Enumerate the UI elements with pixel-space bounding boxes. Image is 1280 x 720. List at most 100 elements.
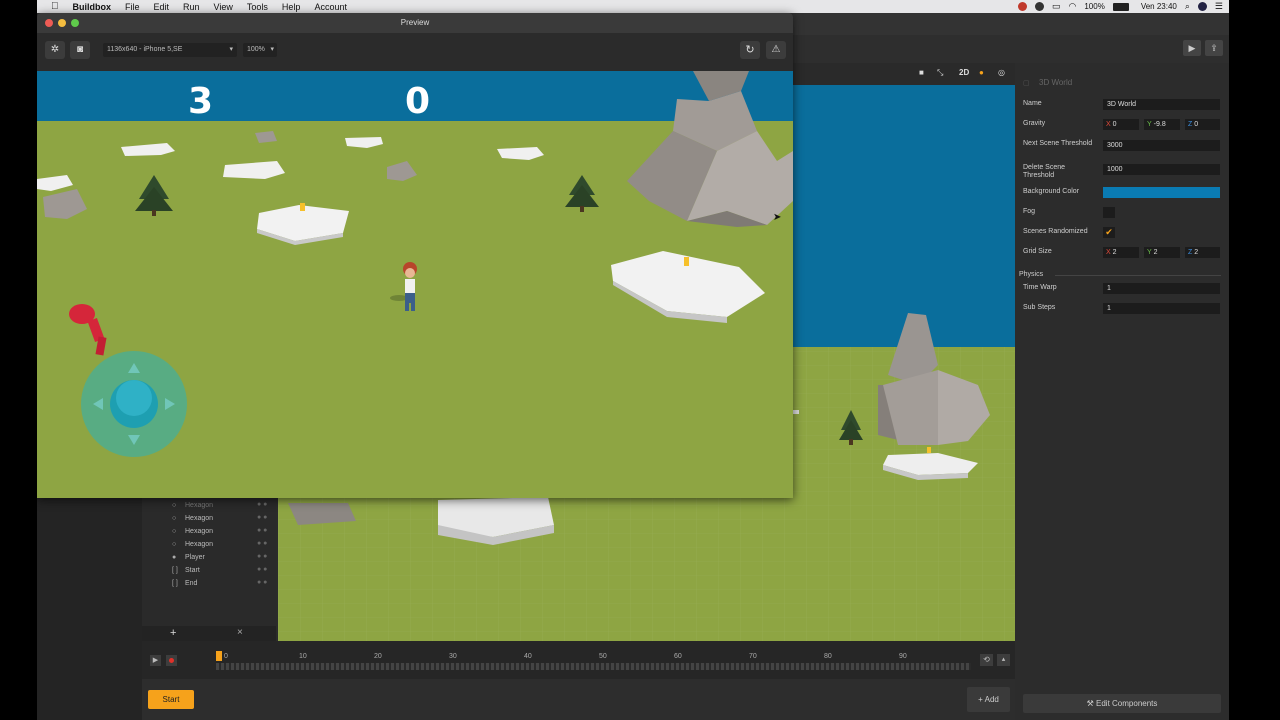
timeline-track[interactable]: 0 10 20 30 40 50 60 70 80 90 (216, 651, 971, 671)
refresh-icon[interactable]: ↻ (740, 41, 760, 59)
tick-label: 30 (449, 653, 457, 660)
gravity-y-value: -9.8 (1153, 121, 1166, 128)
game-preview[interactable]: 3 0 ➤ (37, 71, 793, 498)
tree-item-label: Hexagon (185, 541, 214, 548)
visibility-icon[interactable]: ● ● (257, 527, 267, 534)
start-scene-tab[interactable]: Start (148, 690, 194, 709)
play-icon[interactable]: ▶ (1183, 40, 1201, 56)
globe-icon[interactable]: ◎ (998, 68, 1005, 77)
timeline: ▶ 0 10 20 30 40 50 60 70 80 90 ⟲ ▴ (142, 641, 1015, 679)
apple-icon[interactable]:  (51, 1, 59, 12)
warning-icon[interactable]: ⚠ (766, 41, 786, 59)
physics-section-label: Physics (1019, 271, 1044, 278)
menu-account[interactable]: Account (314, 2, 347, 12)
tick-label: 20 (374, 653, 382, 660)
grid-x-field[interactable]: X2 (1103, 247, 1139, 258)
record-button[interactable] (166, 655, 177, 666)
tree-item-player[interactable]: ● Player ● ● (142, 552, 276, 565)
grid-y-field[interactable]: Y2 (1144, 247, 1180, 258)
user-icon[interactable] (1197, 2, 1207, 11)
recording-icon[interactable] (1017, 2, 1027, 11)
fog-checkbox[interactable] (1103, 207, 1115, 218)
name-field[interactable]: 3D World (1103, 99, 1220, 110)
playhead[interactable] (216, 651, 222, 661)
gravity-z-field[interactable]: Z0 (1185, 119, 1220, 130)
export-icon[interactable]: ⇪ (1205, 40, 1223, 56)
wrench-icon: ⚒ (1086, 699, 1097, 708)
wifi-icon[interactable]: ◠ (1069, 1, 1077, 12)
debug-icon[interactable]: ✲ (45, 41, 65, 59)
sub-steps-field[interactable]: 1 (1103, 303, 1220, 314)
device-select[interactable]: 1136x640 - iPhone 5,SE ▾ (103, 43, 237, 57)
tree-item-hexagon[interactable]: ○ Hexagon ● ● (142, 500, 276, 513)
player-icon: ● (172, 554, 177, 561)
menu-help[interactable]: Help (282, 2, 301, 12)
tree-footer: + × (142, 626, 276, 641)
camera-icon[interactable]: ■ (919, 68, 924, 77)
tree-item-hexagon[interactable]: ○ Hexagon ● ● (142, 513, 276, 526)
scenes-randomized-checkbox[interactable]: ✔ (1103, 227, 1115, 238)
menu-tools[interactable]: Tools (247, 2, 268, 12)
camera-icon[interactable]: ◙ (70, 41, 90, 59)
collapse-icon[interactable]: ▴ (997, 654, 1010, 666)
world-icon: ▢ (1023, 80, 1030, 87)
tree-item-hexagon[interactable]: ○ Hexagon ● ● (142, 539, 276, 552)
menu-edit[interactable]: Edit (154, 2, 170, 12)
move-icon[interactable]: ⤡ (937, 68, 943, 78)
tree-item-hexagon[interactable]: ○ Hexagon ● ● (142, 526, 276, 539)
loop-icon[interactable]: ⟲ (980, 654, 993, 666)
visibility-icon[interactable]: ● ● (257, 566, 267, 573)
bracket-icon: [ ] (172, 580, 178, 587)
visibility-icon[interactable]: ● ● (257, 579, 267, 586)
gravity-y-field[interactable]: Y -9.8 (1144, 119, 1180, 130)
bracket-icon: [ ] (172, 567, 178, 574)
score-left: 3 (188, 81, 214, 122)
play-icon[interactable]: ▶ (150, 655, 161, 666)
rock-model (255, 131, 277, 143)
mode-2d-toggle[interactable]: 2D (959, 68, 969, 77)
delete-scene-field[interactable]: 1000 (1103, 164, 1220, 175)
next-scene-field[interactable]: 3000 (1103, 140, 1220, 151)
gravity-label: Gravity (1023, 120, 1046, 127)
scenes-randomized-label: Scenes Randomized (1023, 228, 1088, 235)
search-icon[interactable]: ⌕ (1185, 1, 1190, 12)
menu-view[interactable]: View (214, 2, 233, 12)
menu-run[interactable]: Run (183, 2, 200, 12)
remove-node-button[interactable]: × (237, 627, 243, 638)
menu-app-name[interactable]: Buildbox (73, 2, 112, 12)
visibility-icon[interactable]: ● ● (257, 514, 267, 521)
visibility-icon[interactable]: ● ● (257, 540, 267, 547)
world-3d-icon[interactable]: ● (979, 68, 984, 77)
gravity-x-field[interactable]: X0 (1103, 119, 1139, 130)
hexagon-icon: ○ (172, 528, 177, 535)
battery-percent: 100% (1084, 2, 1105, 11)
tree-item-start[interactable]: [ ] Start ● ● (142, 565, 276, 578)
coin (684, 257, 689, 266)
preview-window[interactable]: Preview ✲ ◙ 1136x640 - iPhone 5,SE ▾ 100… (37, 13, 793, 498)
virtual-joystick[interactable] (81, 351, 187, 457)
time-warp-field[interactable]: 1 (1103, 283, 1220, 294)
battery-icon[interactable] (1112, 2, 1129, 11)
visibility-icon[interactable]: ● ● (257, 553, 267, 560)
add-node-button[interactable]: + (170, 627, 176, 639)
tree-item-label: Start (185, 567, 200, 574)
menu-file[interactable]: File (125, 2, 140, 12)
screen-icon[interactable]: ▭ (1052, 1, 1061, 12)
record-icon (169, 658, 174, 663)
next-scene-label: Next Scene Threshold (1023, 140, 1093, 147)
preview-title-bar[interactable]: Preview (37, 13, 793, 33)
clock[interactable]: Ven 23:40 (1141, 2, 1177, 11)
edit-components-button[interactable]: ⚒ Edit Components (1023, 694, 1221, 713)
tree-item-end[interactable]: [ ] End ● ● (142, 578, 276, 591)
zoom-select[interactable]: 100% ▾ (243, 43, 277, 57)
menu-list-icon[interactable]: ☰ (1215, 1, 1223, 12)
grid-z-field[interactable]: Z2 (1185, 247, 1220, 258)
grid-z-value: 2 (1194, 249, 1199, 256)
bg-color-swatch[interactable] (1103, 187, 1220, 198)
status-icon[interactable] (1034, 2, 1044, 11)
tick-label: 40 (524, 653, 532, 660)
menu-tray: ▭ ◠ 100% Ven 23:40 ⌕ ☰ (1017, 0, 1223, 13)
add-scene-button[interactable]: + Add (967, 687, 1010, 712)
visibility-icon[interactable]: ● ● (257, 501, 267, 508)
tick-label: 80 (824, 653, 832, 660)
